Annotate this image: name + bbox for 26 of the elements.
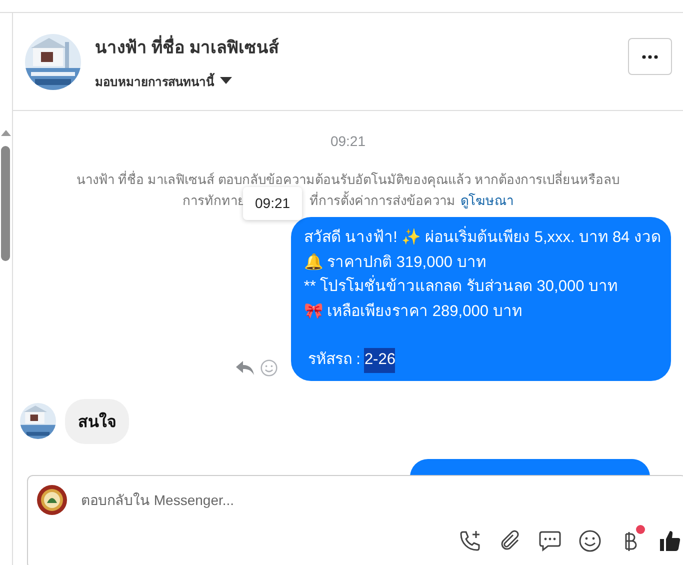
auto-reply-notice: นางฟ้า ที่ชื่อ มาเลฟิเซนส์ ตอบกลับข้อความต้อนรับอัตโนมัติของคุณแล้ว หากต้องการเปลี่ยนหรือลบ	[75, 170, 621, 190]
message-bubble: สนใจ	[65, 398, 129, 444]
message-line: สวัสดี นางฟ้า! ✨ ผ่อนเริ่มต้นเพียง 5,xxx. บาท 84 งวด	[304, 226, 661, 250]
message-line: 🔔 ราคาปกติ 319,000 บาท	[304, 252, 487, 272]
scroll-up-arrow-icon[interactable]	[1, 130, 11, 136]
auto-reply-notice: ที่การตั้งค่าการส่งข้อความ	[310, 190, 456, 210]
reply-icon[interactable]	[234, 358, 255, 376]
thumbs-up-icon[interactable]	[658, 529, 682, 553]
time-tooltip: 09:21	[243, 187, 302, 220]
add-call-icon[interactable]	[458, 529, 482, 553]
assign-conversation-link[interactable]: มอบหมายการสนทนานี้	[95, 72, 214, 90]
message-time: 09:21	[329, 133, 367, 149]
message-line: 🎀 เหลือเพียงราคา 289,000 บาท	[304, 302, 523, 322]
view-ad-link[interactable]: ดูโฆษณา	[460, 190, 514, 211]
more-options-button[interactable]	[628, 38, 672, 75]
more-icon	[642, 54, 658, 58]
emoji-icon[interactable]	[578, 529, 602, 553]
contact-name: นางฟ้า ที่ชื่อ มาเลฟิเซนส์	[95, 32, 628, 60]
message-line: รหัสรถ :	[308, 350, 360, 370]
scrollbar[interactable]	[0, 13, 13, 565]
scrollbar-thumb[interactable]	[1, 146, 10, 261]
chat-icon[interactable]	[538, 529, 562, 553]
caret-icon[interactable]	[220, 77, 232, 85]
auto-reply-notice: การทักทาย	[182, 192, 246, 210]
message-line: ** โปรโมชั่นข้าวแลกลด รับส่วนลด 30,000 บาท	[304, 275, 661, 300]
selected-text: 2-26	[364, 348, 396, 372]
